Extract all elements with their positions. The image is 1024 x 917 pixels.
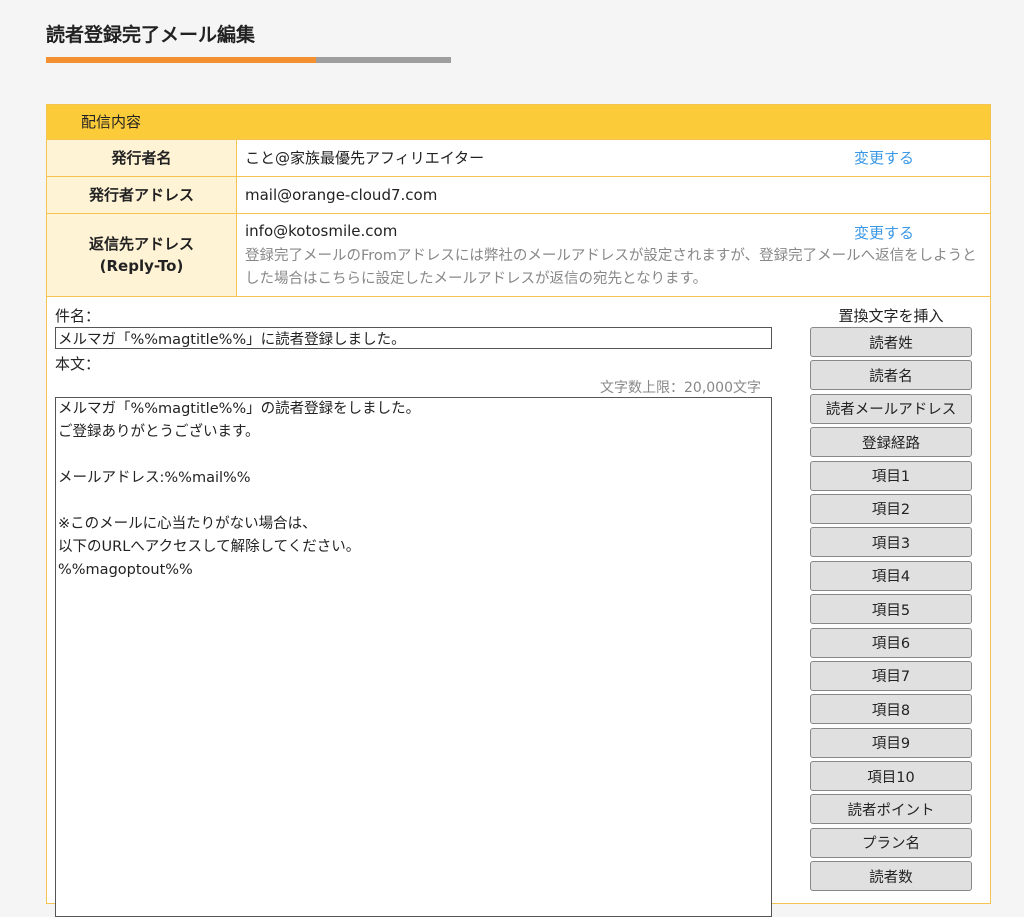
reply-to-change-link[interactable]: 変更する	[854, 222, 914, 243]
insert-placeholder-title: 置換文字を挿入	[838, 307, 944, 325]
char-limit: 文字数上限：20,000文字	[600, 380, 761, 396]
mail-editor: 件名： 本文： 文字数上限：20,000文字 メルマガ「%%magtitle%%…	[47, 297, 990, 917]
insert-button-reader-count[interactable]: 読者数	[810, 861, 972, 892]
title-underline-accent	[46, 57, 316, 63]
insert-button-source[interactable]: 登録経路	[810, 427, 972, 458]
reply-to-row: 返信先アドレス (Reply-To) info@kotosmile.com 変更…	[47, 214, 990, 297]
sender-address-row: 発行者アドレス mail@orange-cloud7.com	[47, 177, 990, 214]
sender-name-cell: こと@家族最優先アフィリエイター 変更する	[237, 140, 990, 176]
insert-button-item4[interactable]: 項目4	[810, 560, 972, 591]
insert-button-item1[interactable]: 項目1	[810, 460, 972, 491]
subject-input[interactable]	[55, 327, 772, 349]
sender-name-row: 発行者名 こと@家族最優先アフィリエイター 変更する	[47, 140, 990, 177]
insert-button-item9[interactable]: 項目9	[810, 727, 972, 758]
insert-button-points[interactable]: 読者ポイント	[810, 794, 972, 825]
insert-button-firstname[interactable]: 読者名	[810, 360, 972, 391]
page-title: 読者登録完了メール編集	[46, 24, 256, 46]
reply-to-label: 返信先アドレス (Reply-To)	[47, 214, 237, 296]
insert-button-plan[interactable]: プラン名	[810, 827, 972, 858]
delivery-content-panel: 配信内容 発行者名 こと@家族最優先アフィリエイター 変更する 発行者アドレス …	[46, 104, 991, 917]
insert-placeholder-panel: 置換文字を挿入 読者姓 読者名 読者メールアドレス 登録経路 項目1 項目2 項…	[810, 305, 972, 892]
sender-address-label: 発行者アドレス	[47, 177, 237, 213]
insert-button-list: 読者姓 読者名 読者メールアドレス 登録経路 項目1 項目2 項目3 項目4 項…	[810, 327, 972, 892]
insert-button-lastname[interactable]: 読者姓	[810, 327, 972, 357]
insert-button-item6[interactable]: 項目6	[810, 627, 972, 658]
sender-address-cell: mail@orange-cloud7.com	[237, 177, 990, 213]
reply-to-note: 登録完了メールのFromアドレスには弊社のメールアドレスが設定されますが、登録完…	[245, 248, 977, 287]
body-label: 本文：	[55, 355, 101, 373]
title-underline	[46, 57, 451, 63]
sender-name-change-link[interactable]: 変更する	[854, 140, 914, 176]
reply-to-value: info@kotosmile.com	[245, 222, 398, 240]
insert-button-item5[interactable]: 項目5	[810, 594, 972, 625]
reply-to-label-line1: 返信先アドレス	[88, 235, 194, 253]
insert-button-item8[interactable]: 項目8	[810, 694, 972, 725]
subject-label: 件名：	[55, 307, 101, 325]
body-textarea[interactable]: メルマガ「%%magtitle%%」の読者登録をしました。 ご登録ありがとうござ…	[55, 397, 772, 917]
insert-button-item2[interactable]: 項目2	[810, 493, 972, 524]
insert-button-item3[interactable]: 項目3	[810, 527, 972, 558]
reply-to-cell: info@kotosmile.com 変更する 登録完了メールのFromアドレス…	[237, 214, 990, 296]
sender-name-label: 発行者名	[47, 140, 237, 176]
sender-address-value: mail@orange-cloud7.com	[245, 186, 438, 204]
insert-button-item10[interactable]: 項目10	[810, 761, 972, 792]
reply-to-label-line2: (Reply-To)	[99, 257, 184, 275]
insert-button-email[interactable]: 読者メールアドレス	[810, 393, 972, 424]
insert-button-item7[interactable]: 項目7	[810, 660, 972, 691]
panel-header: 配信内容	[47, 105, 990, 140]
sender-name-value: こと@家族最優先アフィリエイター	[245, 149, 485, 167]
